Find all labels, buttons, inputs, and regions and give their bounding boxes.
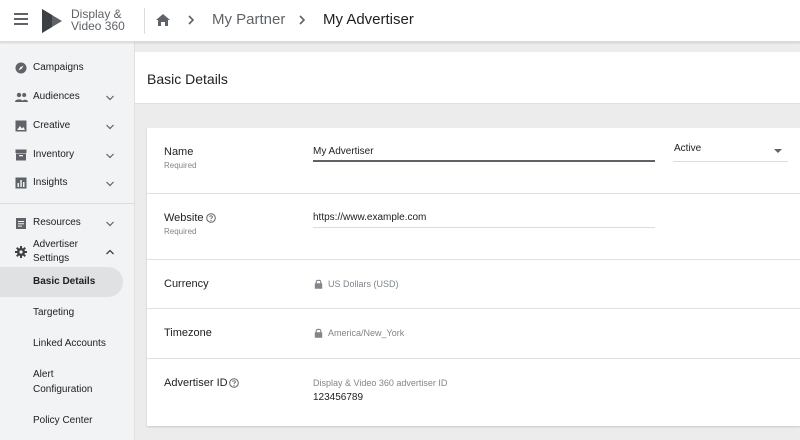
chevron-down-icon — [106, 153, 114, 159]
home-icon[interactable] — [155, 12, 171, 28]
sidebar-subitem-basic-details[interactable]: Basic Details — [0, 267, 123, 297]
timezone-value: America/New_York — [328, 328, 405, 338]
chevron-down-icon — [106, 95, 114, 101]
sidebar-subitem-policy-center[interactable]: Policy Center — [0, 406, 123, 436]
chevron-down-icon — [106, 181, 114, 187]
currency-value: US Dollars (USD) — [328, 279, 399, 289]
form-row-advertiser-id: Advertiser ID Display & Video 360 advert… — [147, 359, 800, 426]
sidebar-item-creative[interactable]: Creative — [0, 117, 135, 135]
breadcrumb-partner[interactable]: My Partner — [212, 11, 285, 28]
form-row-name: Name Required Active — [147, 128, 800, 194]
dropdown-arrow-icon — [774, 149, 782, 153]
advertiser-id-label: Advertiser ID — [164, 377, 228, 389]
sidebar-item-label: Settings — [33, 253, 70, 264]
chevron-right-icon — [188, 15, 195, 25]
sidebar-subitem-linked-accounts[interactable]: Linked Accounts — [0, 329, 123, 359]
sidebar-subitem-alert-configuration[interactable]: Alert Configuration — [0, 360, 123, 398]
sidebar-item-label: Advertiser — [33, 239, 79, 250]
form-row-timezone: Timezone America/New_York — [147, 309, 800, 359]
currency-label: Currency — [164, 278, 209, 290]
advertiser-id-value: 123456789 — [313, 392, 364, 403]
chevron-down-icon — [106, 124, 114, 130]
gear-icon — [15, 246, 27, 258]
sidebar-item-insights[interactable]: Insights — [0, 174, 135, 192]
sidebar-item-audiences[interactable]: Audiences — [0, 88, 135, 106]
website-input[interactable] — [313, 208, 655, 228]
dv360-logo-icon — [42, 9, 62, 33]
inventory-icon — [15, 149, 27, 161]
sidebar-subitem-label: Alert — [33, 369, 54, 380]
name-required-hint: Required — [164, 161, 197, 170]
menu-icon[interactable] — [14, 13, 28, 27]
chevron-up-icon — [106, 249, 114, 255]
sidebar-item-label: Inventory — [33, 149, 75, 160]
app-name: Display & Video 360 — [71, 8, 131, 32]
website-label: Website — [164, 212, 204, 224]
compass-icon — [15, 62, 27, 74]
name-input[interactable] — [313, 142, 655, 162]
image-icon — [15, 120, 27, 132]
chevron-right-icon — [299, 15, 306, 25]
sidebar-subitem-label: Policy Center — [33, 415, 93, 426]
sidebar-subitem-targeting[interactable]: Targeting — [0, 298, 123, 328]
app-name-line2: Video 360 — [71, 19, 125, 33]
topbar-divider — [144, 8, 145, 34]
top-app-bar: Display & Video 360 My Partner My Advert… — [0, 0, 800, 42]
breadcrumb-advertiser: My Advertiser — [323, 11, 414, 28]
sidebar: Campaigns Audiences Creative Inventory I… — [0, 42, 135, 440]
clipboard-icon — [16, 218, 26, 229]
sidebar-item-label: Insights — [33, 177, 68, 188]
sidebar-item-campaigns[interactable]: Campaigns — [0, 59, 135, 77]
sidebar-subitem-label: Configuration — [33, 384, 93, 395]
status-select[interactable]: Active — [673, 140, 788, 162]
sidebar-item-resources[interactable]: Resources — [0, 214, 135, 232]
sidebar-subitem-label: Targeting — [33, 307, 75, 318]
sidebar-item-label: Campaigns — [33, 62, 84, 73]
bar-chart-icon — [15, 177, 27, 189]
timezone-label: Timezone — [164, 327, 212, 339]
help-icon[interactable] — [229, 378, 239, 388]
help-icon[interactable] — [206, 213, 216, 223]
form-row-website: Website Required — [147, 194, 800, 260]
name-label: Name — [164, 146, 194, 158]
status-select-value: Active — [674, 143, 702, 154]
sidebar-subitem-label: Basic Details — [33, 276, 96, 287]
sidebar-item-label: Creative — [33, 120, 71, 131]
sidebar-item-advertiser-settings[interactable]: Advertiser Settings — [0, 237, 135, 267]
basic-details-form: Name Required Active Website Required Cu… — [147, 128, 800, 426]
lock-icon — [314, 328, 323, 338]
advertiser-id-caption: Display & Video 360 advertiser ID — [313, 378, 448, 388]
people-icon — [15, 92, 28, 102]
sidebar-subitem-label: Linked Accounts — [33, 338, 106, 349]
page-title: Basic Details — [147, 71, 228, 87]
page-header: Basic Details — [135, 52, 800, 104]
website-required-hint: Required — [164, 227, 197, 236]
sidebar-item-inventory[interactable]: Inventory — [0, 146, 135, 164]
main-content: Basic Details Name Required Active Websi… — [135, 52, 800, 440]
form-row-currency: Currency US Dollars (USD) — [147, 260, 800, 309]
chevron-down-icon — [106, 221, 114, 227]
sidebar-item-label: Audiences — [33, 91, 80, 102]
lock-icon — [314, 279, 323, 289]
sidebar-item-label: Resources — [33, 217, 81, 228]
sidebar-divider — [0, 203, 135, 204]
